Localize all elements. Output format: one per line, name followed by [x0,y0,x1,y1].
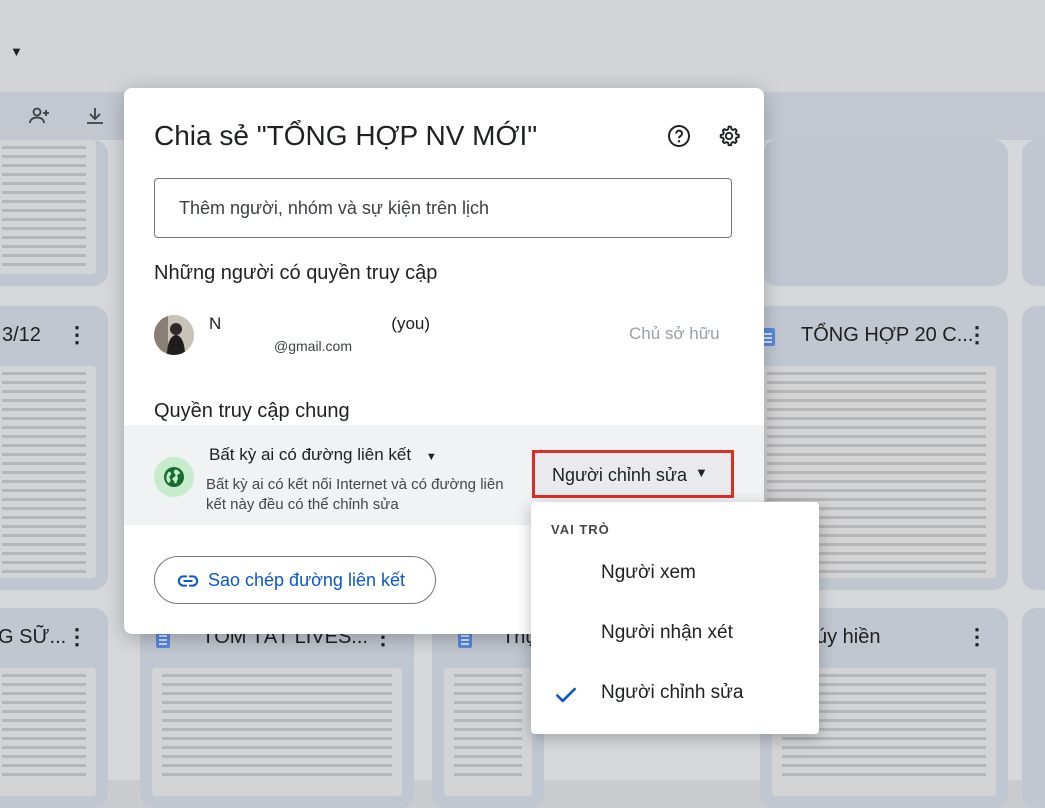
file-tile[interactable]: TÓM TẮT LIVES... ⋮ [140,608,414,808]
redacted-name [221,316,392,333]
file-title: 3/12 [2,324,41,346]
role-dropdown-button[interactable]: Người chỉnh sửa ▼ [532,450,734,498]
caret-down-icon: ▼ [425,451,437,463]
role-option-label: Người chỉnh sửa [601,682,744,703]
owner-you-tag: (you) [391,314,431,333]
role-option-commenter[interactable]: Người nhận xét [531,606,819,662]
file-tile[interactable] [1022,608,1045,808]
caret-down-icon: ▼ [695,465,708,480]
add-person-icon[interactable] [28,104,52,128]
avatar [154,315,194,355]
file-tile[interactable]: 3/12 ⋮ [0,306,108,590]
file-tile[interactable] [763,140,1008,286]
file-tile[interactable] [1022,306,1045,590]
file-tile[interactable] [1022,140,1045,286]
more-icon[interactable]: ⋮ [966,322,988,348]
role-menu-header: VAI TRÒ [551,522,610,537]
add-people-input[interactable] [154,178,732,238]
link-scope-label: Bất kỳ ai có đường liên kết [209,445,412,464]
help-icon[interactable] [667,124,691,148]
owner-role: Chủ sở hữu [629,324,720,343]
link-icon [177,570,199,592]
file-tile[interactable] [0,140,108,286]
owner-initial: N [209,314,222,333]
link-scope-dropdown[interactable]: Bất kỳ ai có đường liên kết ▼ [209,445,437,465]
dialog-title: Chia sẻ "TỔNG HỢP NV MỚI" [154,120,538,151]
copy-link-button[interactable]: Sao chép đường liên kết [154,556,436,604]
file-title: úy hiền [816,626,881,648]
role-option-label: Người nhận xét [601,622,733,643]
role-option-label: Người xem [601,562,696,583]
more-icon[interactable]: ⋮ [66,624,88,650]
people-with-access-title: Những người có quyền truy cập [154,262,438,284]
more-icon[interactable]: ⋮ [966,624,988,650]
check-icon [553,682,579,708]
role-dropdown-label: Người chỉnh sửa [552,465,687,485]
copy-link-label: Sao chép đường liên kết [208,570,405,590]
role-option-viewer[interactable]: Người xem [531,546,819,602]
link-access-description: Bất kỳ ai có kết nối Internet và có đườn… [206,476,504,513]
general-access-title: Quyền truy cập chung [154,400,350,422]
owner-email: @gmail.com [274,338,353,354]
more-icon[interactable]: ⋮ [66,322,88,348]
globe-icon [154,457,194,497]
file-title: G SỮ... [0,626,67,648]
top-bar [0,0,1045,92]
owner-name: N (you) [209,314,430,334]
gear-icon[interactable] [717,124,741,148]
file-tile[interactable]: Thụ [432,608,544,808]
file-title: TỔNG HỢP 20 C... [801,324,974,346]
role-menu: VAI TRÒ Người xem Người nhận xét Người c… [531,502,819,734]
role-option-editor[interactable]: Người chỉnh sửa [531,666,819,722]
caret-down-icon[interactable]: ▼ [10,44,23,59]
download-icon[interactable] [83,104,107,128]
file-tile[interactable]: G SỮ... ⋮ [0,608,108,808]
